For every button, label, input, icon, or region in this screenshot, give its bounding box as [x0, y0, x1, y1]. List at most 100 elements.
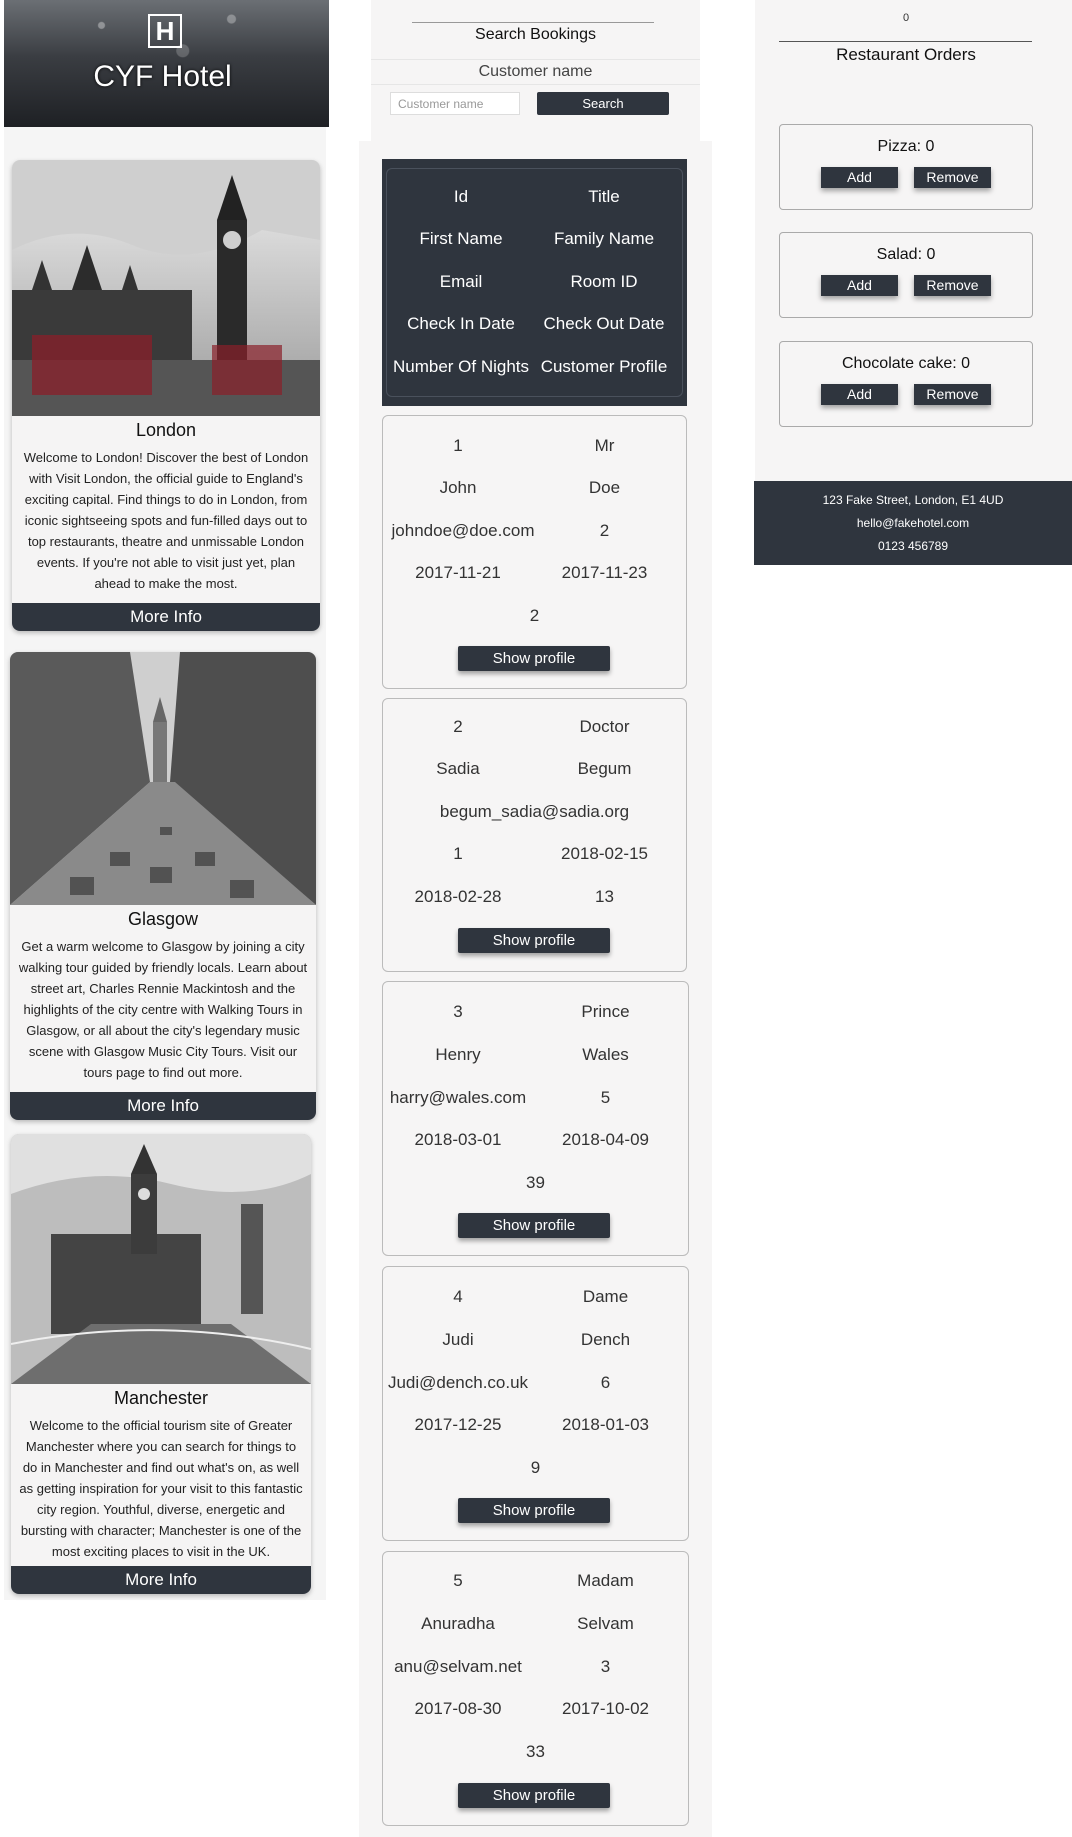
footer-phone: 0123 456789: [877, 539, 949, 553]
booking-nights: 39: [526, 1173, 545, 1192]
header-family-name: Family Name: [553, 229, 655, 248]
booking-id: 2: [453, 717, 463, 736]
london-photo: [12, 160, 320, 416]
booking-room-id: 6: [600, 1373, 611, 1392]
booking-check-out: 2017-10-02: [562, 1699, 649, 1718]
booking-id: 3: [453, 1002, 463, 1021]
manchester-photo: [11, 1134, 311, 1384]
booking-surname: Dench: [580, 1330, 631, 1349]
booking-check-in: 2018-02-15: [561, 844, 648, 863]
booking-first-name: Judi: [442, 1330, 474, 1349]
booking-check-in: 2017-08-30: [414, 1699, 502, 1718]
header-email: Email: [439, 272, 483, 291]
bookings-table-header: Id Title First Name Family Name Email Ro…: [382, 159, 687, 406]
city-description: Welcome to the official tourism site of …: [19, 1418, 303, 1559]
customer-name-input[interactable]: Customer name: [390, 92, 520, 115]
booking-check-out: 2018-02-28: [414, 887, 502, 906]
booking-title: Madam: [577, 1571, 634, 1590]
booking-first-name: Henry: [435, 1045, 481, 1064]
header-check-in: Check In Date: [407, 314, 515, 333]
booking-id: 4: [453, 1287, 463, 1306]
customer-name-label: Customer name: [478, 63, 593, 80]
remove-button[interactable]: Remove: [914, 275, 991, 296]
booking-room-id: 5: [600, 1088, 611, 1107]
booking-room-id: 3: [600, 1657, 611, 1676]
booking-check-in: 2017-12-25: [414, 1415, 502, 1434]
booking-check-out: 2018-04-09: [562, 1130, 649, 1149]
booking-nights: 13: [595, 887, 614, 906]
city-description: Welcome to London! Discover the best of …: [23, 450, 309, 591]
footer-address: 123 Fake Street, London, E1 4UD: [822, 493, 1004, 507]
booking-title: Dame: [582, 1287, 629, 1306]
booking-title: Doctor: [579, 717, 630, 736]
booking-row: 4 Dame Judi Dench Judi@dench.co.uk 6 201…: [382, 1266, 689, 1541]
header-id: Id: [453, 187, 469, 206]
booking-email: anu@selvam.net: [394, 1657, 522, 1676]
show-profile-button[interactable]: Show profile: [458, 646, 610, 671]
hotel-logo: H: [148, 14, 182, 48]
remove-button[interactable]: Remove: [914, 384, 991, 405]
add-button[interactable]: Add: [821, 167, 898, 188]
hotel-brand-title: CYF Hotel: [93, 60, 232, 93]
more-info-button[interactable]: More Info: [12, 603, 320, 631]
booking-email: Judi@dench.co.uk: [387, 1373, 529, 1392]
more-info-button[interactable]: More Info: [10, 1092, 316, 1120]
booking-row: 2 Doctor Sadia Begum begum_sadia@sadia.o…: [382, 698, 687, 972]
header-title: Title: [588, 187, 620, 206]
glasgow-photo: [10, 652, 316, 905]
booking-check-in: 2018-03-01: [414, 1130, 502, 1149]
show-profile-button[interactable]: Show profile: [458, 928, 610, 953]
show-profile-button[interactable]: Show profile: [458, 1213, 610, 1238]
booking-email: begum_sadia@sadia.org: [439, 802, 630, 821]
header-nights: Number Of Nights: [392, 357, 530, 376]
booking-id: 5: [453, 1571, 463, 1590]
divider: [412, 22, 654, 23]
restaurant-orders-title: Restaurant Orders: [836, 45, 976, 64]
booking-title: Prince: [581, 1002, 630, 1021]
order-item-pizza: Pizza: 0 Add Remove: [779, 124, 1033, 210]
divider: [371, 84, 700, 85]
order-label: Salad: 0: [876, 246, 936, 263]
add-button[interactable]: Add: [821, 384, 898, 405]
booking-email: johndoe@doe.com: [391, 521, 535, 540]
city-name: London: [135, 420, 197, 440]
order-label: Chocolate cake: 0: [841, 355, 971, 372]
booking-surname: Doe: [588, 478, 621, 497]
booking-surname: Selvam: [577, 1614, 634, 1633]
booking-row: 5 Madam Anuradha Selvam anu@selvam.net 3…: [382, 1551, 689, 1826]
add-button[interactable]: Add: [821, 275, 898, 296]
header-profile: Customer Profile: [540, 357, 668, 376]
city-card-glasgow: Glasgow Get a warm welcome to Glasgow by…: [10, 652, 316, 1120]
booking-id: 1: [453, 436, 463, 455]
divider: [779, 41, 1032, 42]
footer-email[interactable]: hello@fakehotel.com: [754, 516, 1072, 530]
booking-check-out: 2017-11-23: [561, 563, 648, 582]
search-bookings-title: Search Bookings: [475, 26, 596, 43]
search-button[interactable]: Search: [537, 92, 669, 115]
show-profile-button[interactable]: Show profile: [458, 1498, 610, 1523]
header-first-name: First Name: [419, 229, 503, 248]
booking-check-out: 2018-01-03: [562, 1415, 649, 1434]
order-item-salad: Salad: 0 Add Remove: [779, 232, 1033, 318]
city-description: Get a warm welcome to Glasgow by joining…: [18, 939, 308, 1080]
more-info-button[interactable]: More Info: [11, 1566, 311, 1594]
header-check-out: Check Out Date: [543, 314, 665, 333]
booking-check-in: 2017-11-21: [415, 563, 501, 582]
booking-surname: Wales: [582, 1045, 629, 1064]
booking-row: 1 Mr John Doe johndoe@doe.com 2 2017-11-…: [382, 415, 687, 689]
booking-surname: Begum: [577, 759, 632, 778]
city-card-london: London Welcome to London! Discover the b…: [12, 160, 320, 631]
booking-row: 3 Prince Henry Wales harry@wales.com 5 2…: [382, 981, 689, 1256]
booking-nights: 33: [526, 1742, 545, 1761]
remove-button[interactable]: Remove: [914, 167, 991, 188]
divider: [371, 59, 700, 60]
counter-value: 0: [902, 12, 910, 24]
booking-room-id: 1: [453, 844, 463, 863]
city-name: Glasgow: [127, 909, 199, 929]
show-profile-button[interactable]: Show profile: [458, 1783, 610, 1808]
booking-title: Mr: [594, 436, 615, 455]
header-room-id: Room ID: [570, 272, 638, 291]
booking-first-name: Sadia: [436, 759, 480, 778]
city-name: Manchester: [113, 1388, 209, 1408]
order-item-chocolate-cake: Chocolate cake: 0 Add Remove: [779, 341, 1033, 427]
